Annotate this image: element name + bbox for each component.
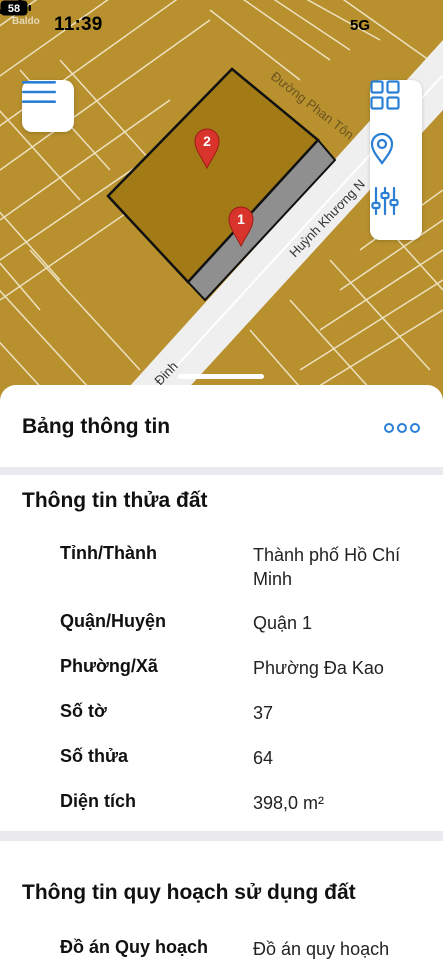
info-value: 398,0 m² [253, 793, 325, 813]
location-button[interactable] [370, 133, 422, 186]
info-value: Thành phố Hồ Chí Minh [253, 545, 401, 589]
planning-info-card: Thông tin quy hoạch sử dụng đất Đồ án Qu… [0, 841, 443, 960]
info-label: Quận/Huyện [60, 611, 167, 631]
marker-1-label: 1 [237, 211, 245, 227]
battery-level: 58 [8, 3, 20, 15]
planning-info-title: Thông tin quy hoạch sử dụng đất [22, 881, 356, 904]
marker-2-label: 2 [203, 133, 211, 149]
info-label: Tỉnh/Thành [60, 543, 157, 563]
info-value: Đồ án quy hoạch [253, 939, 390, 959]
info-value: 37 [253, 703, 274, 723]
sliders-icon [371, 186, 399, 216]
sheet-header: Bảng thông tin [0, 385, 443, 467]
info-label: Đồ án Quy hoạch [60, 937, 209, 957]
more-button[interactable] [384, 421, 420, 435]
layers-button[interactable] [370, 80, 422, 133]
location-pin-icon [370, 133, 394, 165]
sheet-drag-handle[interactable] [178, 374, 264, 379]
status-time: 11:39 [54, 14, 103, 35]
info-label: Diện tích [60, 791, 137, 811]
hamburger-icon [22, 81, 56, 103]
info-value: Phường Đa Kao [253, 658, 384, 678]
info-sheet: Bảng thông tin Thông tin thửa đất Tỉnh/T… [0, 385, 443, 960]
land-info-title: Thông tin thửa đất [22, 489, 208, 512]
more-icon [384, 423, 394, 433]
more-icon [397, 423, 407, 433]
land-info-card: Thông tin thửa đất Tỉnh/Thành Thành phố … [0, 475, 443, 831]
filter-button[interactable] [370, 186, 422, 239]
menu-button[interactable] [22, 80, 74, 132]
info-value: Quận 1 [253, 613, 313, 633]
battery-icon: 58 [0, 0, 31, 16]
status-bar: Baldo 11:39 5G 58 [0, 0, 443, 50]
info-label: Phường/Xã [60, 656, 158, 676]
network-type: 5G [350, 17, 371, 34]
watermark-logo: Baldo [12, 16, 40, 27]
more-icon [410, 423, 420, 433]
map-tools-panel [370, 80, 422, 240]
map-view[interactable]: Đường Phan Tôn Huỳnh Khương N Đinh 2 1 B… [0, 0, 443, 420]
grid-icon [370, 80, 400, 110]
sheet-title: Bảng thông tin [22, 415, 171, 438]
info-label: Số tờ [60, 701, 107, 721]
info-value: 64 [253, 748, 274, 768]
info-label: Số thửa [60, 746, 129, 766]
